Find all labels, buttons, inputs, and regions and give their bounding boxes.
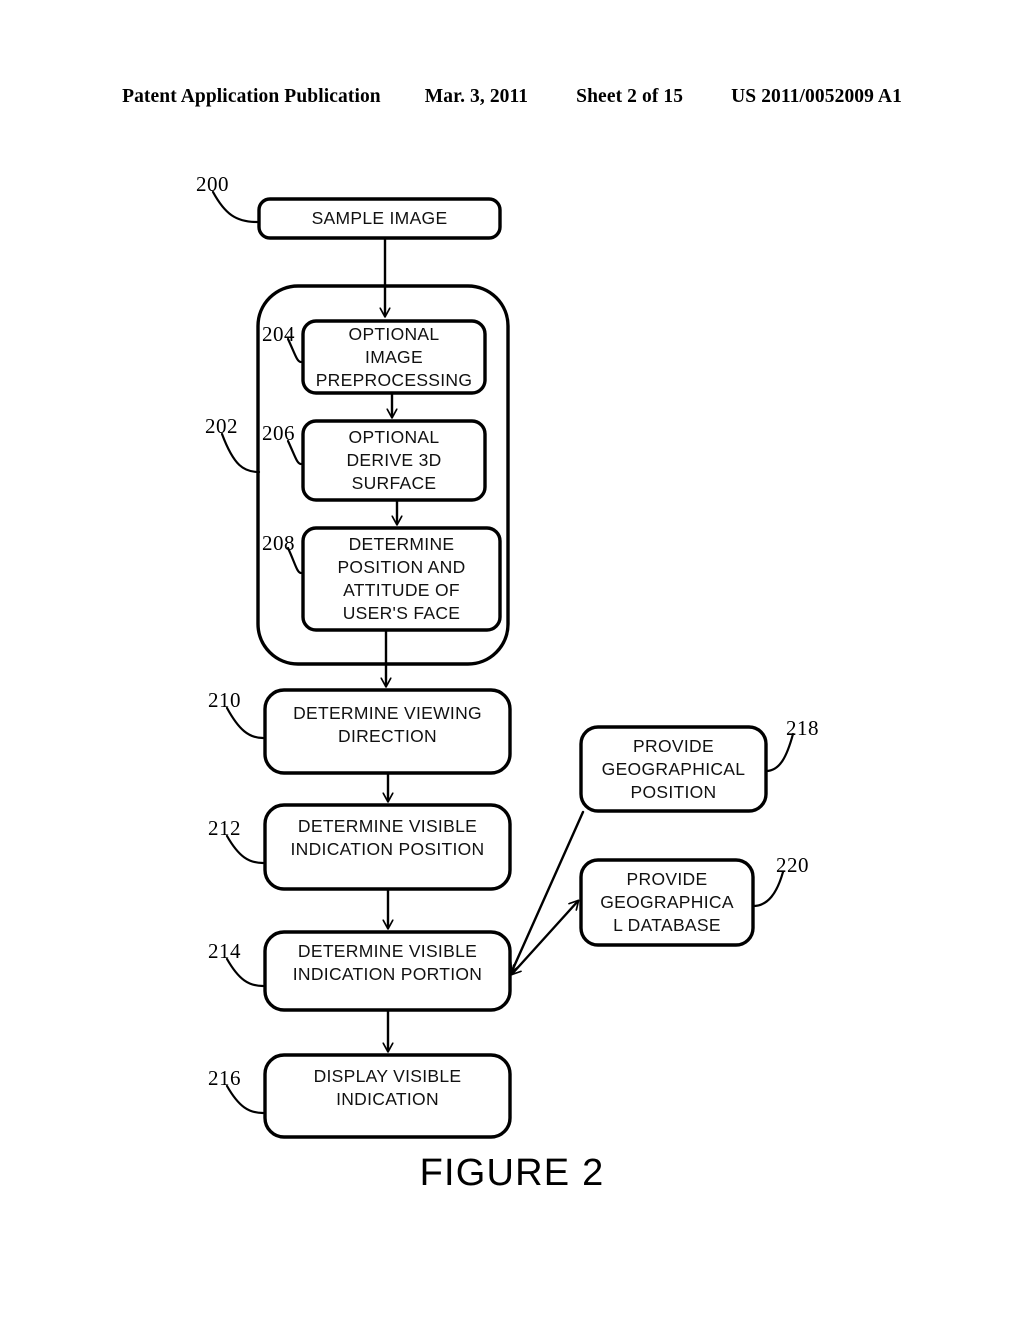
node-216-shape [263, 1053, 512, 1139]
connector-214-220 [512, 901, 578, 974]
leader-214 [225, 957, 265, 988]
figure-caption: FIGURE 2 [419, 1152, 605, 1194]
node-204-shape [301, 319, 487, 395]
node-214-shape [263, 930, 512, 1012]
leader-218 [764, 732, 795, 773]
node-210-shape [263, 688, 512, 775]
leader-210 [225, 706, 265, 740]
leader-216 [225, 1084, 265, 1115]
node-200-shape [257, 197, 502, 240]
node-220-shape [579, 858, 755, 947]
leader-200 [211, 190, 259, 224]
node-206-shape [301, 419, 487, 502]
leader-202 [220, 432, 261, 474]
leader-220 [751, 870, 785, 908]
node-208-shape [301, 526, 502, 632]
connector-218-214 [512, 810, 585, 971]
leader-212 [225, 834, 265, 865]
node-218-shape [579, 725, 768, 813]
figure-drawing [0, 0, 1024, 1320]
node-212-shape [263, 803, 512, 891]
